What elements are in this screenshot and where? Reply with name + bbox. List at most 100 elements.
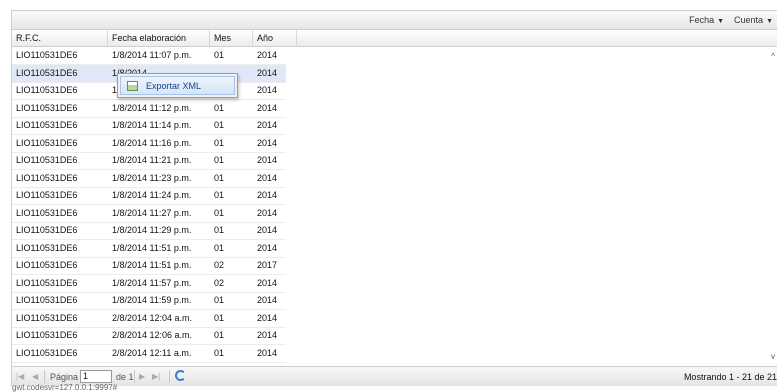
table-row[interactable]: LIO110531DE6 1/8/2014 11:07 p.m. 01 2014 [12,47,286,65]
table-row[interactable]: LIO110531DE6 1/8/2014 11:59 p.m. 01 2014 [12,292,286,310]
fecha-menu[interactable]: Fecha ▼ [689,15,724,25]
cell-mes: 02 [214,260,225,270]
cell-rfc: LIO110531DE6 [16,172,78,183]
cell-rfc: LIO110531DE6 [16,67,78,78]
cell-anio: 2014 [257,242,278,253]
cell-fecha: 2/8/2014 12:06 a.m. [112,330,193,340]
cell-fecha: 1/8/2014 11:51 p.m. [112,242,192,253]
first-page-icon[interactable]: |◀ [16,372,24,381]
table-row[interactable]: LIO110531DE6 1/8/2014 11:24 p.m. 01 2014 [12,187,286,205]
table-row[interactable]: LIO110531DE6 1/8/2014 11:51 p.m. 01 2014 [12,240,286,258]
chevron-down-icon: ▼ [766,18,773,25]
top-toolbar: Fecha ▼ Cuenta ▼ [11,10,777,30]
table-row[interactable]: LIO110531DE6 2/8/2014 12:11 a.m. 01 2014 [12,345,286,363]
cell-anio: 2014 [257,137,278,148]
cell-anio: 2017 [257,260,278,270]
table-row[interactable]: LIO110531DE6 2/8/2014 12:06 a.m. 01 2014 [12,327,286,345]
cell-mes: 01 [214,295,225,305]
cell-mes: 01 [214,225,225,235]
cell-mes: 01 [214,312,225,323]
cell-mes: 02 [214,277,225,288]
table-row[interactable]: LIO110531DE6 1/8/2014 11:21 p.m. 01 2014 [12,152,286,170]
cell-fecha: 1/8/2014 11:14 p.m. [112,120,192,130]
export-xml-label: Exportar XML [146,80,202,91]
column-header-fecha[interactable]: Fecha elaboración [108,30,210,46]
table-row[interactable]: LIO110531DE6 1/8/2014 11:27 p.m. 01 2014 [12,205,286,223]
table-row[interactable]: LIO110531DE6 1/8/2014 11:23 p.m. 01 2014 [12,170,286,188]
refresh-icon[interactable] [175,370,186,381]
next-page-icon[interactable]: ▶ [139,372,145,381]
cell-fecha: 1/8/2014 11:23 p.m. [112,172,192,183]
cell-anio: 2014 [257,295,278,305]
separator [169,370,170,383]
scroll-down-icon[interactable]: v [771,352,775,361]
cell-rfc: LIO110531DE6 [16,137,78,148]
cell-anio: 2014 [257,347,278,358]
separator [44,370,45,383]
cell-mes: 01 [214,155,225,165]
cell-anio: 2014 [257,225,278,235]
paging-toolbar: |◀ ◀ Página 1 de 1 ▶ ▶| Mostrando 1 - 21… [11,366,777,386]
cell-rfc: LIO110531DE6 [16,242,78,253]
table-row[interactable]: LIO110531DE6 2/8/2014 12:04 a.m. 01 2014 [12,310,286,328]
prev-page-icon[interactable]: ◀ [32,372,38,381]
table-row[interactable]: LIO110531DE6 1/8/2014 11:51 p.m. 02 2017 [12,257,286,275]
cell-fecha: 1/8/2014 11:29 p.m. [112,225,192,235]
cell-fecha: 2/8/2014 12:11 a.m. [112,347,192,358]
status-bar-url: gwt.codesvr=127.0.0.1:9997# [12,383,118,392]
cell-mes: 01 [214,102,225,113]
cell-rfc: LIO110531DE6 [16,260,78,270]
cell-fecha: 1/8/2014 11:21 p.m. [112,155,192,165]
fecha-menu-label: Fecha [689,15,715,25]
column-header-anio[interactable]: Año [253,30,297,46]
cell-fecha: 1/8/2014 11:07 p.m. [112,50,192,60]
cell-rfc: LIO110531DE6 [16,155,78,165]
cell-anio: 2014 [257,67,278,78]
cell-fecha: 1/8/2014 11:16 p.m. [112,137,192,148]
cell-rfc: LIO110531DE6 [16,190,78,200]
chevron-down-icon: ▼ [717,18,725,25]
scroll-up-icon[interactable]: ^ [771,52,775,61]
cell-rfc: LIO110531DE6 [16,225,78,235]
cell-mes: 01 [214,137,225,148]
cell-anio: 2014 [257,277,278,288]
cell-anio: 2014 [257,120,278,130]
cell-mes: 01 [214,207,225,218]
cell-mes: 01 [214,242,225,253]
table-row[interactable]: LIO110531DE6 1/8/2014 11:57 p.m. 02 2014 [12,275,286,293]
table-row[interactable]: LIO110531DE6 1/8/2014 11:12 p.m. 01 2014 [12,100,286,118]
cell-fecha: 1/8/2014 11:12 p.m. [112,102,192,113]
cell-anio: 2014 [257,190,278,200]
cell-rfc: LIO110531DE6 [16,347,78,358]
cell-rfc: LIO110531DE6 [16,120,78,130]
table-row[interactable]: LIO110531DE6 1/8/2014 11:14 p.m. 01 2014 [12,117,286,135]
spreadsheet-icon [127,80,138,91]
separator [134,370,135,383]
grid-header: R.F.C. Fecha elaboración Mes Año [11,30,777,47]
cell-fecha: 1/8/2014 11:27 p.m. [112,207,192,218]
cell-anio: 2014 [257,207,278,218]
cell-anio: 2014 [257,172,278,183]
cuenta-menu-label: Cuenta [734,15,764,25]
page-count-label: de 1 [116,372,134,382]
column-header-rfc[interactable]: R.F.C. [12,30,108,46]
cell-anio: 2014 [257,330,278,340]
last-page-icon[interactable]: ▶| [152,372,160,381]
cell-rfc: LIO110531DE6 [16,50,78,60]
cell-anio: 2014 [257,312,278,323]
cell-fecha: 1/8/2014 11:59 p.m. [112,295,192,305]
cell-rfc: LIO110531DE6 [16,312,78,323]
column-header-mes[interactable]: Mes [210,30,253,46]
cell-anio: 2014 [257,155,278,165]
cell-mes: 01 [214,330,225,340]
cell-anio: 2014 [257,102,278,113]
cell-fecha: 2/8/2014 12:04 a.m. [112,312,193,323]
cell-mes: 01 [214,347,225,358]
table-row[interactable]: LIO110531DE6 1/8/2014 11:29 p.m. 01 2014 [12,222,286,240]
context-menu: Exportar XML [117,73,238,98]
export-xml-menu-item[interactable]: Exportar XML [120,76,235,95]
cell-rfc: LIO110531DE6 [16,102,78,113]
cuenta-menu[interactable]: Cuenta ▼ [734,15,773,25]
page-number-input[interactable]: 1 [80,370,112,383]
table-row[interactable]: LIO110531DE6 1/8/2014 11:16 p.m. 01 2014 [12,135,286,153]
